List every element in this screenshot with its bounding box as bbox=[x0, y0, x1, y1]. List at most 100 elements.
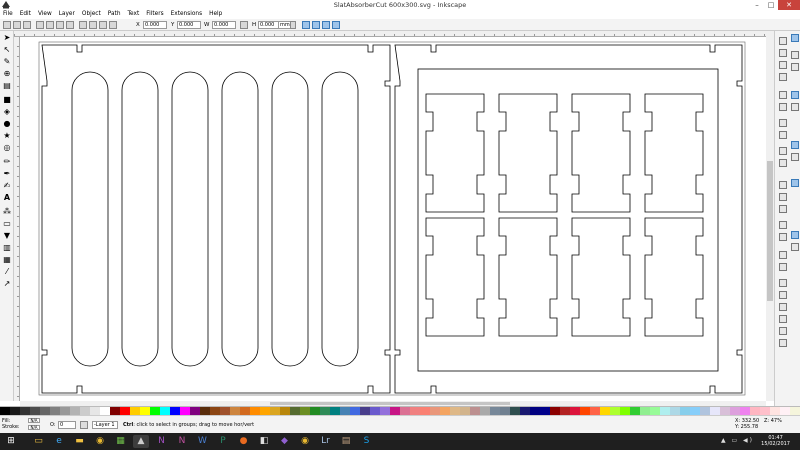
visual-studio-taskbar-icon[interactable]: ◆ bbox=[277, 435, 293, 448]
snap-rotation-icon[interactable] bbox=[791, 179, 799, 187]
snap-toggle-icon[interactable] bbox=[791, 34, 799, 42]
close-button[interactable]: ✕ bbox=[778, 0, 800, 10]
paint-bucket-icon[interactable]: ▼ bbox=[2, 231, 12, 241]
onenote2-taskbar-icon[interactable]: N bbox=[174, 435, 190, 448]
new-document-icon[interactable] bbox=[779, 37, 787, 45]
minimize-button[interactable]: – bbox=[750, 0, 764, 10]
publisher-taskbar-icon[interactable]: P bbox=[215, 435, 231, 448]
snap-edges-icon[interactable] bbox=[791, 63, 799, 71]
undo-icon[interactable] bbox=[779, 119, 787, 127]
align-icon[interactable] bbox=[779, 327, 787, 335]
menu-object[interactable]: Object bbox=[82, 10, 101, 19]
clone-icon[interactable] bbox=[779, 233, 787, 241]
rectangle-icon[interactable]: ■ bbox=[2, 95, 12, 105]
layer-select[interactable]: -Layer 1 bbox=[92, 421, 118, 429]
vertical-scroll-thumb[interactable] bbox=[767, 161, 773, 301]
save-icon[interactable] bbox=[779, 61, 787, 69]
calculator-taskbar-icon[interactable]: ▦ bbox=[113, 435, 129, 448]
pen-icon[interactable]: ✒ bbox=[2, 169, 12, 179]
select-all-icon[interactable] bbox=[3, 21, 11, 29]
color-palette[interactable] bbox=[0, 406, 800, 416]
scale-corners-icon[interactable] bbox=[312, 21, 320, 29]
import-icon[interactable] bbox=[779, 91, 787, 99]
snap-bbox-icon[interactable] bbox=[791, 51, 799, 59]
calligraphy-icon[interactable]: ✍ bbox=[2, 181, 12, 191]
move-gradients-icon[interactable] bbox=[322, 21, 330, 29]
w-field[interactable]: 0.000 bbox=[212, 21, 236, 29]
pencil-icon[interactable]: ✏ bbox=[2, 157, 12, 167]
vertical-scrollbar[interactable] bbox=[766, 31, 774, 401]
flip-horizontal-icon[interactable] bbox=[56, 21, 64, 29]
menu-file[interactable]: File bbox=[3, 10, 13, 19]
lower-icon[interactable] bbox=[99, 21, 107, 29]
chrome-taskbar-icon[interactable]: ◉ bbox=[92, 435, 108, 448]
deselect-icon[interactable] bbox=[23, 21, 31, 29]
group-icon[interactable] bbox=[779, 251, 787, 259]
print-icon[interactable] bbox=[779, 73, 787, 81]
xml-editor-icon[interactable] bbox=[779, 315, 787, 323]
system-tray-icons[interactable]: ▲ ▭ ◀) bbox=[721, 437, 754, 444]
x-field[interactable]: 0.000 bbox=[143, 21, 167, 29]
zoom-selection-icon[interactable] bbox=[779, 181, 787, 189]
eraser-icon[interactable]: ▭ bbox=[2, 219, 12, 229]
internet-explorer-taskbar-icon[interactable]: e bbox=[51, 435, 67, 448]
zoom-value[interactable]: 47% bbox=[771, 418, 782, 424]
horizontal-scroll-thumb[interactable] bbox=[270, 402, 510, 405]
copy-icon[interactable] bbox=[779, 147, 787, 155]
snap-nodes-icon[interactable] bbox=[791, 91, 799, 99]
preferences-icon[interactable] bbox=[779, 339, 787, 347]
menu-view[interactable]: View bbox=[38, 10, 52, 19]
open-icon[interactable] bbox=[779, 49, 787, 57]
skype-taskbar-icon[interactable]: S bbox=[359, 435, 375, 448]
lock-icon[interactable] bbox=[240, 21, 248, 29]
ungroup-icon[interactable] bbox=[779, 263, 787, 271]
snap-guides-icon[interactable] bbox=[791, 243, 799, 251]
raise-to-top-icon[interactable] bbox=[79, 21, 87, 29]
menu-extensions[interactable]: Extensions bbox=[171, 10, 202, 19]
snap-midpoints-icon[interactable] bbox=[791, 141, 799, 149]
tweak-icon[interactable]: ✎ bbox=[2, 57, 12, 67]
lower-to-bottom-icon[interactable] bbox=[109, 21, 117, 29]
snap-paths-icon[interactable] bbox=[791, 103, 799, 111]
snap-centers-icon[interactable] bbox=[791, 153, 799, 161]
start-button[interactable]: ⊞ bbox=[3, 435, 19, 448]
raise-icon[interactable] bbox=[89, 21, 97, 29]
inkscape-taskbar-icon[interactable]: ▲ bbox=[133, 435, 149, 448]
ellipse-icon[interactable]: ● bbox=[2, 119, 12, 129]
select-all-layers-icon[interactable] bbox=[13, 21, 21, 29]
word-taskbar-icon[interactable]: W bbox=[195, 435, 211, 448]
snap-grid-icon[interactable] bbox=[791, 231, 799, 239]
y-field[interactable]: 0.000 bbox=[177, 21, 201, 29]
opacity-field[interactable]: 0 bbox=[58, 421, 76, 429]
text-font-icon[interactable] bbox=[779, 291, 787, 299]
zoom-page-icon[interactable] bbox=[779, 205, 787, 213]
selector-icon[interactable]: ➤ bbox=[2, 33, 12, 43]
layers-icon[interactable] bbox=[779, 303, 787, 311]
lightroom-taskbar-icon[interactable]: Lr bbox=[318, 435, 334, 448]
scale-stroke-icon[interactable] bbox=[302, 21, 310, 29]
file-explorer-taskbar-icon[interactable]: ▭ bbox=[31, 435, 47, 448]
menu-text[interactable]: Text bbox=[128, 10, 140, 19]
spray-icon[interactable]: ⁂ bbox=[2, 207, 12, 217]
menu-edit[interactable]: Edit bbox=[20, 10, 31, 19]
paste-icon[interactable] bbox=[779, 159, 787, 167]
onenote-taskbar-icon[interactable]: N bbox=[154, 435, 170, 448]
rotate-ccw-icon[interactable] bbox=[36, 21, 44, 29]
3dbox-icon[interactable]: ◈ bbox=[2, 107, 12, 117]
star-icon[interactable]: ★ bbox=[2, 131, 12, 141]
spiral-icon[interactable]: ◎ bbox=[2, 143, 12, 153]
redo-icon[interactable] bbox=[779, 131, 787, 139]
menu-layer[interactable]: Layer bbox=[59, 10, 75, 19]
chrome2-taskbar-icon[interactable]: ◉ bbox=[297, 435, 313, 448]
menu-help[interactable]: Help bbox=[209, 10, 222, 19]
menu-path[interactable]: Path bbox=[108, 10, 121, 19]
folder-taskbar-icon[interactable]: ▬ bbox=[72, 435, 88, 448]
firefox-taskbar-icon[interactable]: ● bbox=[236, 435, 252, 448]
rotate-cw-icon[interactable] bbox=[46, 21, 54, 29]
drawing-canvas[interactable] bbox=[20, 37, 766, 401]
move-patterns-icon[interactable] bbox=[332, 21, 340, 29]
fill-swatch[interactable]: N/A bbox=[28, 418, 40, 423]
photo-app-taskbar-icon[interactable]: ▤ bbox=[338, 435, 354, 448]
layer-visibility-icon[interactable] bbox=[80, 421, 88, 429]
system-clock[interactable]: 01:47 15/02/2017 bbox=[761, 435, 790, 447]
